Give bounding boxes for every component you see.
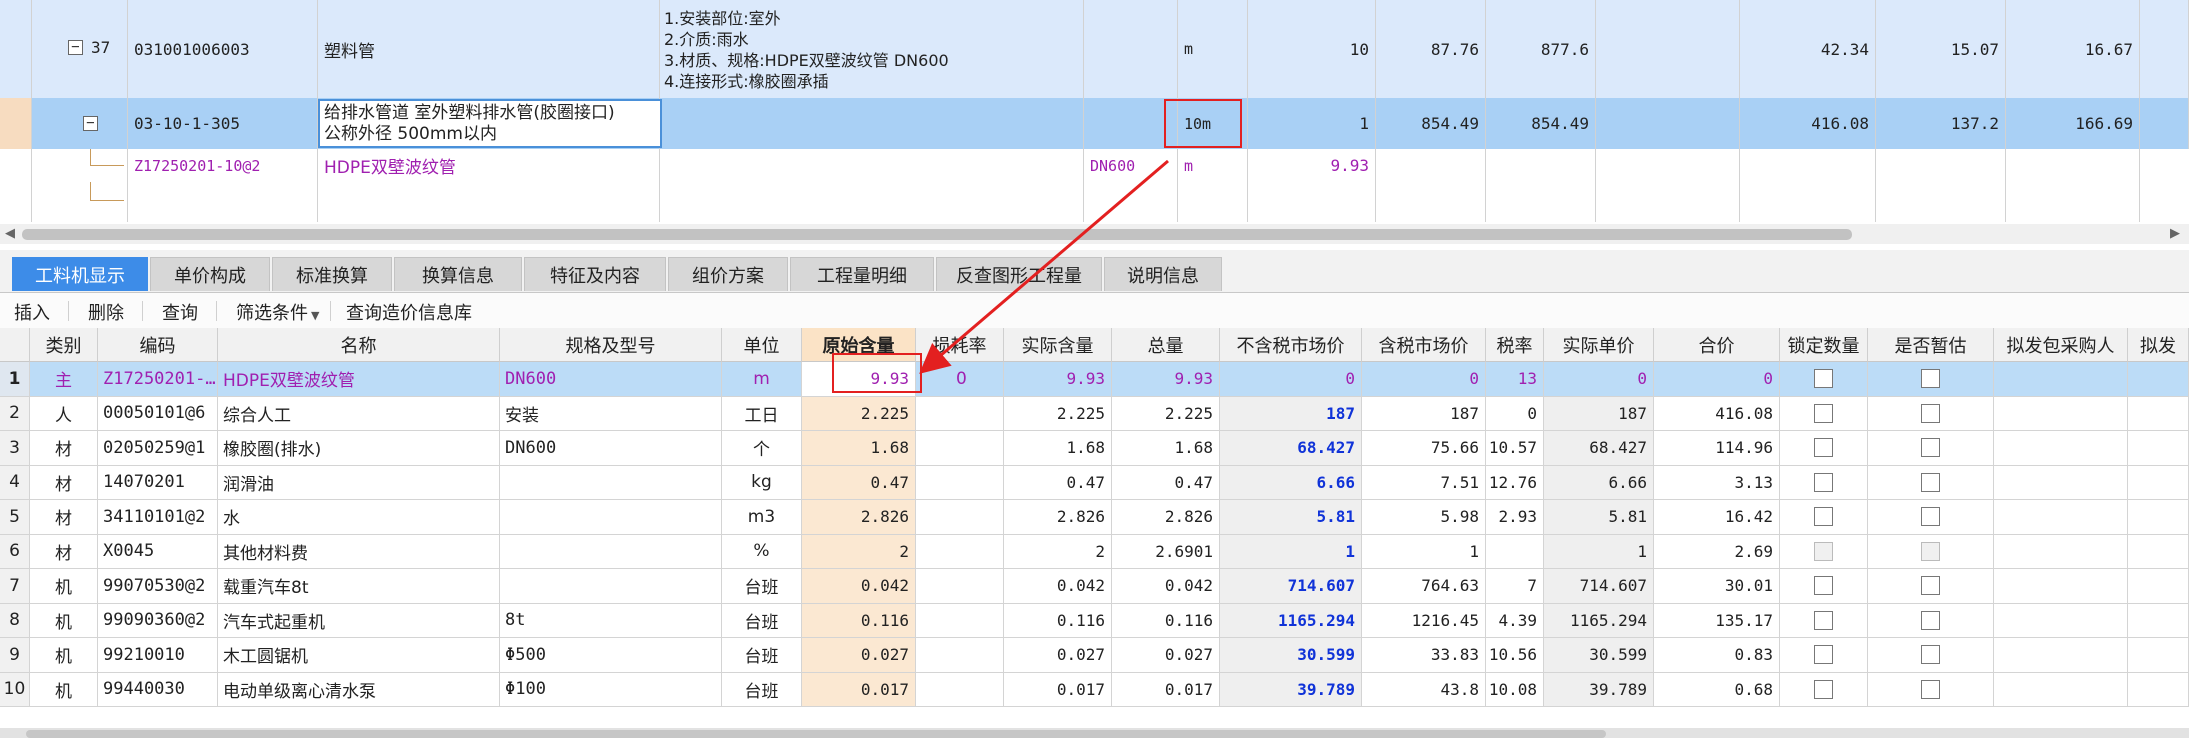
- annotation-arrow: [919, 159, 1169, 374]
- annotation-arrow-line: [919, 159, 1169, 374]
